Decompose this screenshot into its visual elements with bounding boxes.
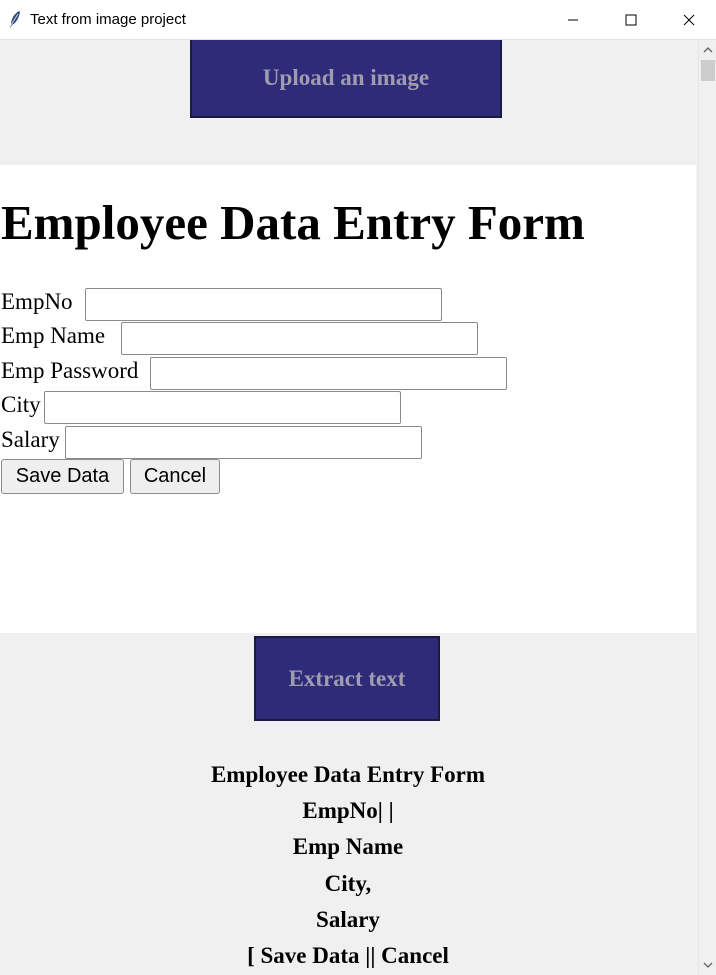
title-bar: Text from image project: [0, 0, 716, 40]
scroll-thumb[interactable]: [701, 60, 715, 81]
empno-label: EmpNo: [1, 289, 73, 314]
feather-icon: [8, 10, 22, 30]
minimize-button[interactable]: [544, 0, 602, 39]
cancel-button: Cancel: [130, 459, 220, 494]
city-label: City: [1, 392, 41, 417]
window-title: Text from image project: [30, 11, 186, 28]
maximize-button[interactable]: [602, 0, 660, 39]
extracted-line: Employee Data Entry Form: [210, 762, 486, 787]
extracted-line: [ Save Data || Cancel: [247, 943, 449, 968]
minimize-icon: [568, 19, 578, 20]
close-button[interactable]: [660, 0, 716, 39]
emp-name-label: Emp Name: [1, 323, 106, 348]
scroll-up-arrow-icon[interactable]: [699, 40, 716, 60]
extracted-line: Emp Name: [292, 834, 404, 859]
salary-label: Salary: [1, 427, 60, 452]
maximize-icon: [625, 14, 637, 25]
emp-name-input: [121, 322, 478, 355]
save-data-button: Save Data: [1, 459, 124, 494]
extracted-line: Salary: [316, 907, 380, 932]
city-input: [44, 391, 401, 424]
vertical-scrollbar[interactable]: [698, 40, 716, 975]
upload-image-button[interactable]: Upload an image: [190, 40, 502, 118]
extract-text-button[interactable]: Extract text: [254, 636, 440, 721]
app-window: Text from image project Upload an image …: [0, 0, 716, 975]
form-heading: Employee Data Entry Form: [1, 195, 585, 250]
emp-password-input: [150, 357, 507, 390]
extracted-line: City,: [324, 871, 372, 896]
empno-input: [85, 288, 442, 321]
emp-password-label: Emp Password: [1, 358, 139, 383]
extracted-line: EmpNo| |: [302, 798, 394, 823]
salary-input: [65, 426, 422, 459]
scroll-down-arrow-icon[interactable]: [699, 955, 716, 975]
close-icon: [683, 14, 695, 25]
